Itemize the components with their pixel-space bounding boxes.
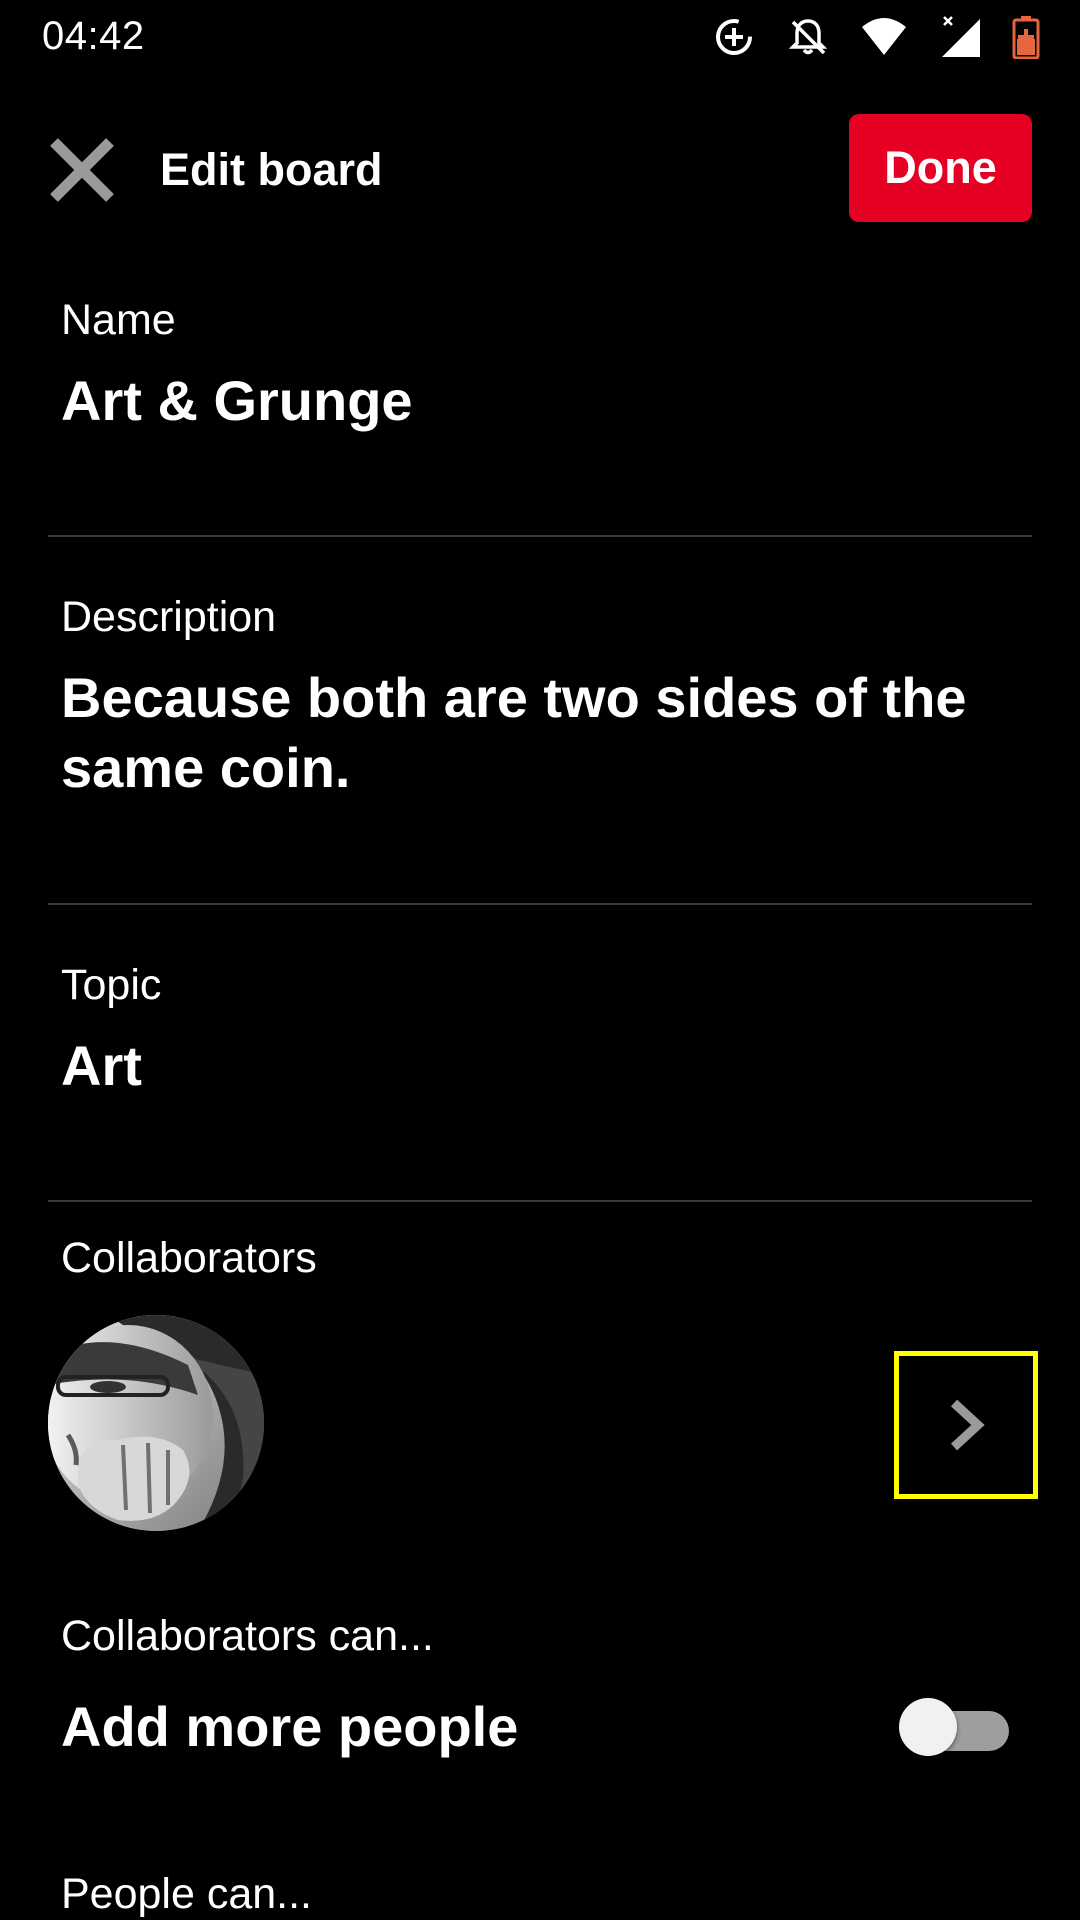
people-can-label: People can... [61, 1870, 313, 1918]
description-field[interactable]: Description Because both are two sides o… [0, 587, 1080, 902]
divider [48, 903, 1032, 905]
avatar[interactable] [48, 1315, 264, 1531]
toggle-thumb [899, 1698, 957, 1756]
notifications-off-icon [788, 19, 828, 55]
topic-field[interactable]: Topic Art [0, 955, 1080, 1200]
topic-label: Topic [61, 961, 162, 1009]
collaborator-avatar-image [48, 1315, 264, 1531]
signal-icon [942, 16, 980, 57]
people-can-section: People can... [0, 1864, 1080, 1920]
done-button[interactable]: Done [849, 114, 1032, 222]
collaborators-chevron-button[interactable] [894, 1351, 1038, 1499]
add-circle-icon [716, 19, 752, 55]
description-value[interactable]: Because both are two sides of the same c… [61, 663, 1011, 803]
name-value[interactable]: Art & Grunge [61, 366, 1011, 436]
collaborators-label: Collaborators [61, 1234, 317, 1282]
status-icons [712, 12, 1040, 62]
status-time: 04:42 [42, 14, 145, 58]
add-more-people-label: Add more people [61, 1695, 519, 1758]
topic-value[interactable]: Art [61, 1031, 1011, 1101]
battery-charging-icon [1012, 16, 1040, 59]
chevron-right-icon [950, 1399, 985, 1451]
collaborators-can-section: Collaborators can... [0, 1606, 1080, 1666]
page-title: Edit board [160, 144, 383, 195]
close-icon [50, 138, 114, 202]
add-more-people-toggle[interactable] [899, 1698, 1011, 1756]
wifi-icon [862, 18, 906, 55]
divider [48, 535, 1032, 537]
name-field[interactable]: Name Art & Grunge [0, 290, 1080, 535]
close-button[interactable] [42, 130, 122, 210]
status-bar: 04:42 [0, 0, 1080, 74]
top-bar: Edit board Done [0, 110, 1080, 230]
edit-board-screen: 04:42 Edit board Done Name Art & Grunge … [0, 0, 1080, 1920]
collaborators-can-label: Collaborators can... [61, 1612, 434, 1660]
description-label: Description [61, 593, 277, 641]
name-label: Name [61, 296, 176, 344]
divider [48, 1200, 1032, 1202]
collaborators-section: Collaborators [0, 1228, 1080, 1288]
